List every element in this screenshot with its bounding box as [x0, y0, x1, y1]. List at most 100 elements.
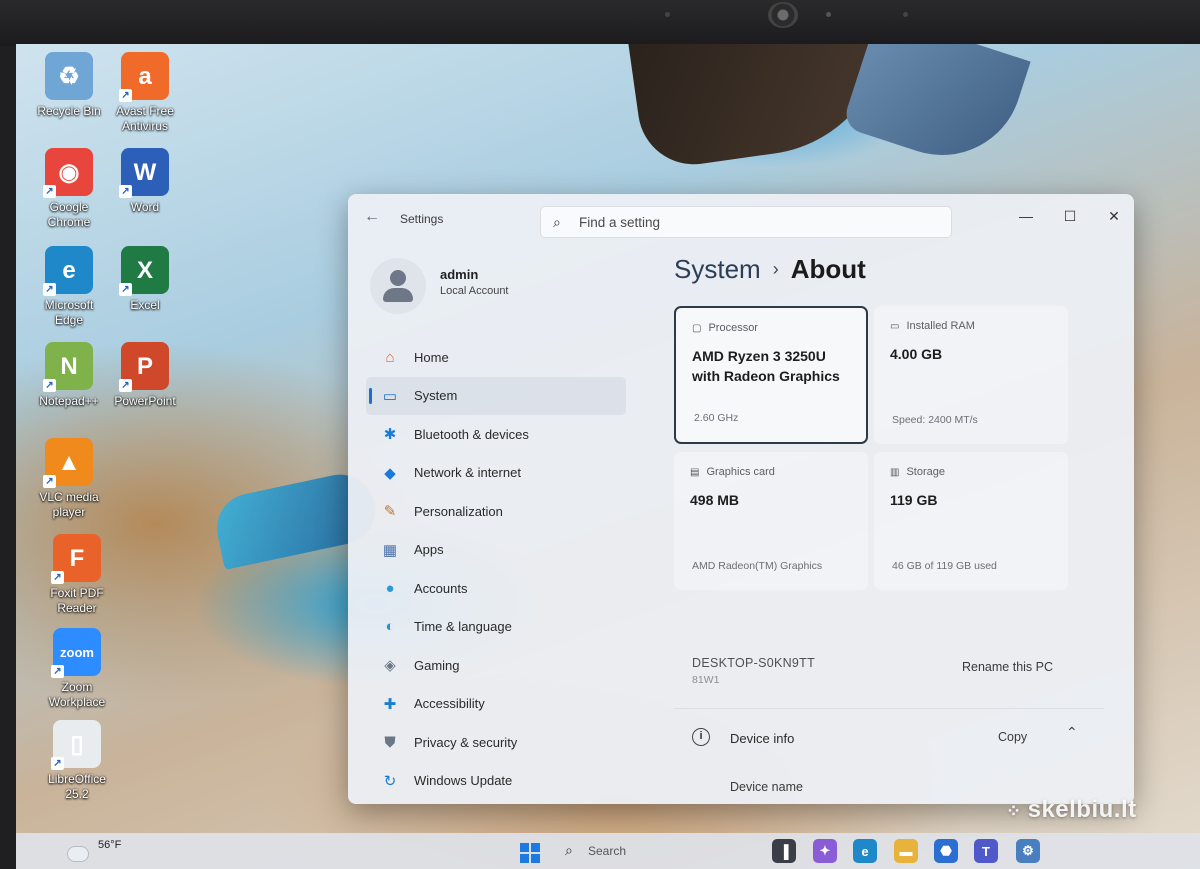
sidebar-item-label: Home	[414, 349, 449, 365]
storage-card[interactable]: ▥ Storage 119 GB 46 GB of 119 GB used	[874, 452, 1068, 590]
edge-taskbar-icon[interactable]: e	[853, 839, 877, 863]
shortcut-arrow-icon: ↗	[119, 185, 132, 198]
chrome-icon: ◉ ↗	[43, 148, 93, 198]
watermark-dots-icon: ⁘	[1006, 801, 1022, 821]
excel-icon: X ↗	[119, 246, 169, 296]
maximize-button[interactable]: ☐	[1050, 204, 1090, 228]
sidebar-item-gaming[interactable]: ◈ Gaming	[366, 646, 626, 685]
sidebar-item-personalization[interactable]: ✎ Personalization	[366, 492, 626, 531]
settings-window: ← Settings ⌕ Find a setting — ☐ ✕ admin …	[348, 194, 1134, 804]
file-explorer-icon[interactable]: ▬	[894, 839, 918, 863]
desktop-icon-word[interactable]: W ↗ Word	[106, 148, 184, 215]
sidebar-item-accounts[interactable]: ● Accounts	[366, 569, 626, 608]
shield-icon: ⛊	[384, 733, 396, 751]
sidebar-item-apps[interactable]: ▦ Apps	[366, 531, 626, 570]
sidebar-item-accessibility[interactable]: ✚ Accessibility	[366, 685, 626, 724]
weather-temperature[interactable]: 56°F	[98, 839, 121, 851]
avatar[interactable]	[370, 258, 426, 314]
foxit-icon: F ↗	[51, 534, 101, 584]
desktop-icon-chrome[interactable]: ◉ ↗ Google Chrome	[30, 148, 108, 230]
task-view-icon[interactable]: ▐	[772, 839, 796, 863]
minimize-button[interactable]: —	[1006, 204, 1046, 228]
sidebar-item-home[interactable]: ⌂ Home	[366, 338, 626, 377]
processor-card[interactable]: ▢ Processor AMD Ryzen 3 3250U with Radeon…	[674, 306, 868, 444]
ram-value: 4.00 GB	[890, 346, 943, 362]
page-title: About	[790, 254, 866, 284]
storage-icon: ▥	[890, 466, 900, 478]
sensor-dot	[903, 12, 908, 17]
desktop-icon-libreoffice[interactable]: ▯ ↗ LibreOffice 25.2	[38, 720, 116, 802]
copilot-icon[interactable]: ✦	[813, 839, 837, 863]
ram-card[interactable]: ▭ Installed RAM 4.00 GB Speed: 2400 MT/s	[874, 306, 1068, 444]
processor-speed: 2.60 GHz	[694, 412, 739, 424]
start-button[interactable]	[520, 843, 540, 863]
copy-button[interactable]: Copy	[998, 730, 1027, 744]
sidebar-item-network-internet[interactable]: ◆ Network & internet	[366, 454, 626, 493]
sidebar-item-privacy-security[interactable]: ⛊ Privacy & security	[366, 723, 626, 762]
desktop-icon-powerpoint[interactable]: P ↗ PowerPoint	[106, 342, 184, 409]
rename-pc-button[interactable]: Rename this PC	[962, 660, 1053, 674]
taskbar-search-icon[interactable]: ⌕	[565, 842, 573, 859]
cpu-icon: ▢	[692, 322, 702, 334]
ram-icon: ▭	[890, 320, 900, 332]
close-button[interactable]: ✕	[1094, 204, 1134, 228]
desktop-icon-vlc[interactable]: ▲ ↗ VLC media player	[30, 438, 108, 520]
weather-cloud-icon[interactable]	[68, 847, 88, 861]
sidebar-item-system[interactable]: ▭ System	[366, 376, 626, 415]
desktop-icon-zoom[interactable]: zoom ↗ Zoom Workplace	[38, 628, 116, 710]
sidebar-item-label: System	[414, 388, 458, 404]
desktop-icon-notepadpp[interactable]: N ↗ Notepad++	[30, 342, 108, 409]
desktop-icon-label: Avast Free Antivirus	[116, 104, 174, 133]
breadcrumb-system[interactable]: System	[674, 254, 761, 284]
sidebar-item-time-language[interactable]: ◐ Time & language	[366, 608, 626, 647]
desktop-screen: ♻ Recycle Bin a ↗ Avast Free Antivirus ◉ ↗ Goog…	[16, 44, 1200, 869]
device-info-header[interactable]: Device info	[730, 731, 794, 746]
shortcut-arrow-icon: ↗	[43, 283, 56, 296]
zoom-icon: zoom ↗	[51, 628, 101, 678]
accounts-icon: ●	[385, 579, 395, 597]
ram-speed: Speed: 2400 MT/s	[892, 414, 978, 426]
desktop-icon-recycle-bin[interactable]: ♻ Recycle Bin	[30, 52, 108, 119]
sidebar-item-label: Time & language	[414, 619, 512, 635]
user-icon-head	[390, 270, 406, 286]
back-arrow-icon[interactable]: ←	[364, 208, 380, 226]
sidebar-item-label: Gaming	[414, 657, 460, 673]
desktop-icon-edge[interactable]: e ↗ Microsoft Edge	[30, 246, 108, 328]
chevron-up-icon[interactable]: ⌃	[1066, 724, 1078, 741]
wallpaper-shape	[841, 44, 1031, 176]
desktop-icon-label: LibreOffice 25.2	[48, 772, 106, 801]
desktop-icon-label: Zoom Workplace	[48, 680, 106, 709]
shortcut-arrow-icon: ↗	[51, 665, 64, 678]
search-input[interactable]: ⌕ Find a setting	[540, 206, 952, 238]
ram-label: Installed RAM	[906, 320, 975, 332]
taskbar: 56°F ⌕ Search ▐ ✦ e ▬ ⬣ T ⚙	[16, 833, 1200, 869]
update-icon: ↻	[383, 772, 397, 790]
sensor-dot	[826, 12, 831, 17]
storage-usage: 46 GB of 119 GB used	[892, 560, 997, 572]
desktop-icon-label: PowerPoint	[114, 394, 176, 408]
account-type: Local Account	[440, 285, 509, 297]
desktop-icon-excel[interactable]: X ↗ Excel	[106, 246, 184, 313]
teams-icon[interactable]: T	[974, 839, 998, 863]
sidebar-item-windows-update[interactable]: ↻ Windows Update	[366, 762, 626, 801]
taskbar-search[interactable]: Search	[588, 844, 626, 858]
graphics-card[interactable]: ▤ Graphics card 498 MB AMD Radeon(TM) Gra…	[674, 452, 868, 590]
system-icon: ▭	[382, 387, 398, 405]
window-title: Settings	[400, 212, 444, 226]
desktop-icon-label: Word	[130, 200, 160, 214]
apps-icon: ▦	[382, 541, 398, 559]
sidebar-item-label: Personalization	[414, 503, 503, 519]
shortcut-arrow-icon: ↗	[43, 185, 56, 198]
sidebar-item-label: Windows Update	[414, 773, 513, 789]
sidebar-item-bluetooth-devices[interactable]: ✱ Bluetooth & devices	[366, 415, 626, 454]
breadcrumb-separator: ›	[772, 259, 779, 279]
word-icon: W ↗	[119, 148, 169, 198]
desktop-icon-label: Microsoft Edge	[44, 298, 94, 327]
settings-taskbar-icon[interactable]: ⚙	[1016, 839, 1040, 863]
desktop-icon-foxit[interactable]: F ↗ Foxit PDF Reader	[38, 534, 116, 616]
desktop-icon-avast[interactable]: a ↗ Avast Free Antivirus	[106, 52, 184, 134]
sidebar-item-label: Network & internet	[414, 465, 521, 481]
store-icon[interactable]: ⬣	[934, 839, 958, 863]
processor-value: AMD Ryzen 3 3250U with Radeon Graphics	[692, 348, 840, 384]
user-name: admin	[440, 267, 479, 282]
